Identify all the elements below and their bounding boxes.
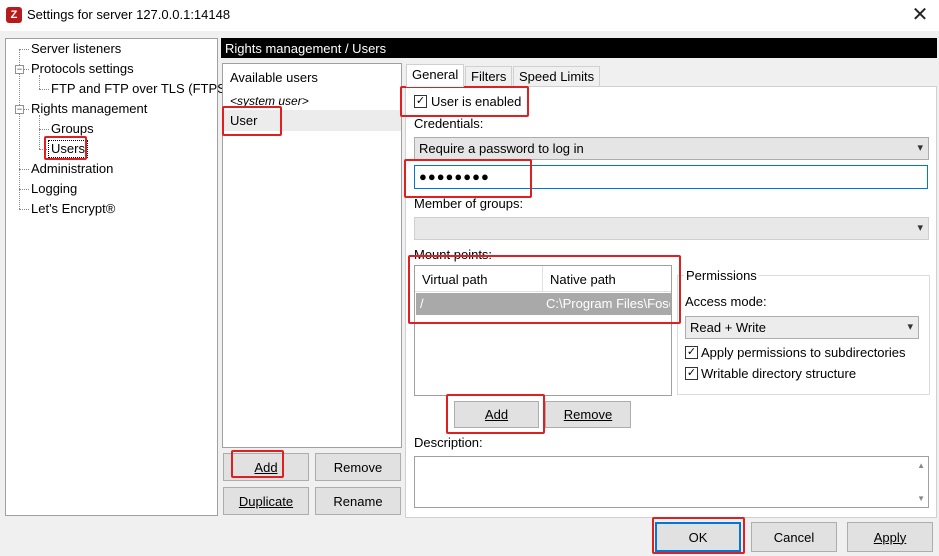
tree-connector — [39, 75, 40, 89]
tree-item-protocols-settings[interactable]: Protocols settings — [29, 61, 136, 77]
remove-user-button[interactable]: Remove — [315, 453, 401, 481]
user-enabled-label: User is enabled — [431, 94, 522, 109]
chevron-down-icon: ▾ — [917, 222, 923, 234]
member-of-groups-label: Member of groups: — [414, 196, 524, 211]
add-user-button[interactable]: Add — [223, 453, 309, 481]
chevron-down-icon: ▾ — [907, 321, 913, 333]
remove-mount-label: Remove — [563, 407, 613, 422]
remove-mount-button[interactable]: Remove — [545, 401, 631, 428]
close-icon[interactable]: ✕ — [906, 2, 934, 28]
permissions-legend: Permissions — [684, 268, 759, 283]
mount-points-table[interactable]: Virtual path Native path / C:\Program Fi… — [414, 265, 672, 396]
tree-expand-icon[interactable]: − — [15, 105, 24, 114]
tree-item-ftp-ftps[interactable]: FTP and FTP over TLS (FTPS) — [49, 81, 232, 97]
tab-general[interactable]: General — [406, 64, 465, 87]
tab-speed-limits[interactable]: Speed Limits — [513, 66, 601, 86]
tree-item-logging[interactable]: Logging — [29, 181, 79, 197]
apply-button[interactable]: Apply — [847, 522, 933, 552]
apply-subdirectories-checkbox[interactable]: ✓ — [685, 346, 698, 359]
apply-subdirectories-label: Apply permissions to subdirectories — [701, 345, 906, 360]
tab-filters[interactable]: Filters — [465, 66, 513, 86]
scroll-up-icon[interactable]: ▲ — [917, 461, 925, 470]
access-mode-value: Read + Write — [690, 320, 766, 335]
column-header-native-path[interactable]: Native path — [543, 266, 671, 292]
user-list[interactable]: Available users <system user> User — [222, 63, 402, 448]
access-mode-label: Access mode: — [685, 294, 767, 309]
duplicate-user-label: Duplicate — [238, 493, 294, 509]
duplicate-user-button[interactable]: Duplicate — [223, 487, 309, 515]
list-item-system-user[interactable]: <system user> — [223, 94, 401, 108]
virtual-path-cell: / — [420, 296, 424, 311]
tree-connector — [19, 209, 29, 210]
apply-label: Apply — [873, 529, 907, 545]
tree-connector — [39, 115, 40, 149]
scroll-down-icon[interactable]: ▼ — [917, 494, 925, 503]
tree-connector — [39, 129, 49, 130]
description-label: Description: — [414, 435, 483, 450]
window-title: Settings for server 127.0.0.1:14148 — [27, 7, 231, 22]
tree-connector — [39, 89, 49, 90]
list-item-user[interactable]: User — [223, 110, 401, 131]
member-of-groups-dropdown[interactable]: ▾ — [414, 217, 929, 240]
ok-button[interactable]: OK — [655, 522, 741, 552]
access-mode-dropdown[interactable]: Read + Write ▾ — [685, 316, 919, 339]
column-header-virtual-path[interactable]: Virtual path — [415, 266, 543, 292]
tree-expand-icon[interactable]: − — [15, 65, 24, 74]
credentials-label: Credentials: — [414, 116, 484, 131]
native-path-cell: C:\Program Files\Fosc — [546, 296, 670, 311]
tree-connector — [19, 189, 29, 190]
writable-structure-label: Writable directory structure — [701, 366, 857, 381]
description-textarea[interactable]: ▲ ▼ — [414, 456, 929, 508]
list-heading-available-users: Available users — [230, 70, 318, 85]
table-row[interactable]: / C:\Program Files\Fosc — [416, 293, 671, 315]
add-user-label: Add — [254, 459, 278, 475]
tree-item-users[interactable]: Users — [48, 140, 88, 158]
tree-connector — [19, 169, 29, 170]
tree-connector — [39, 149, 49, 150]
rename-user-button[interactable]: Rename — [315, 487, 401, 515]
writable-structure-checkbox[interactable]: ✓ — [685, 367, 698, 380]
chevron-down-icon: ▾ — [917, 142, 923, 154]
tree-item-server-listeners[interactable]: Server listeners — [29, 41, 123, 57]
tree-item-groups[interactable]: Groups — [49, 121, 96, 137]
add-mount-label: Add — [484, 407, 509, 422]
panel-header: Rights management / Users — [221, 38, 937, 58]
user-enabled-checkbox[interactable]: ✓ — [414, 95, 427, 108]
tree-item-rights-management[interactable]: Rights management — [29, 101, 149, 117]
tree-item-administration[interactable]: Administration — [29, 161, 115, 177]
filezilla-icon: Z — [6, 7, 22, 23]
cancel-button[interactable]: Cancel — [751, 522, 837, 552]
password-field[interactable]: ●●●●●●●● — [414, 165, 928, 189]
credentials-value: Require a password to log in — [419, 141, 584, 156]
credentials-dropdown[interactable]: Require a password to log in ▾ — [414, 137, 929, 160]
tree-connector — [19, 49, 29, 50]
tree-item-lets-encrypt[interactable]: Let's Encrypt® — [29, 201, 117, 217]
mount-points-label: Mount points: — [414, 247, 493, 262]
add-mount-button[interactable]: Add — [454, 401, 539, 428]
settings-tree: − − Server listeners Protocols settings … — [5, 38, 230, 516]
